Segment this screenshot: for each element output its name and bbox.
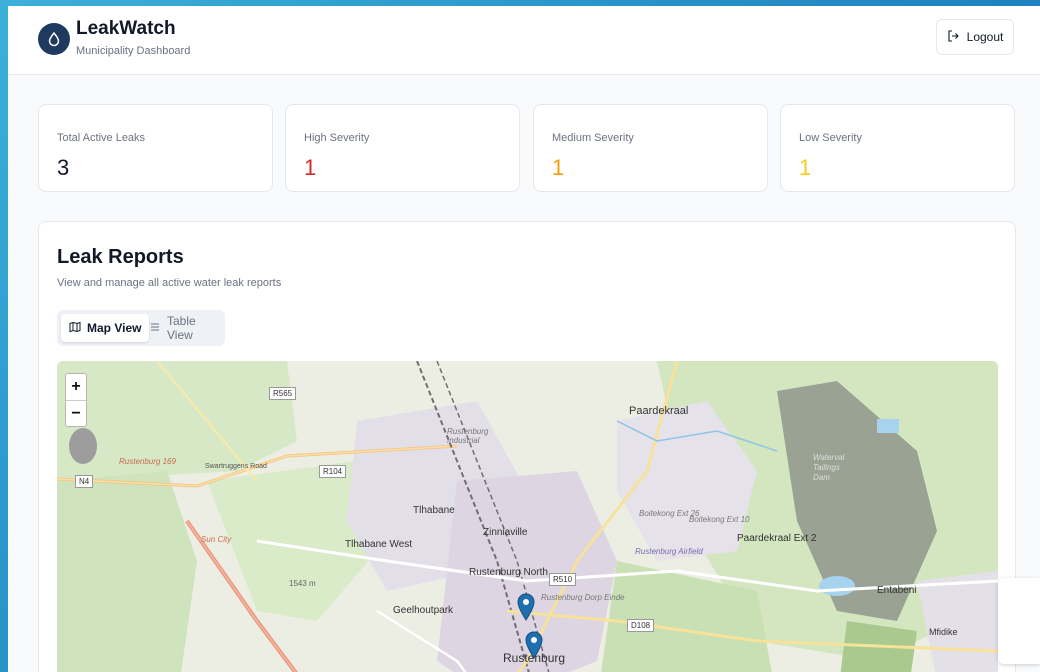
road-label: Swartruggens Road: [205, 463, 267, 470]
app-header: LeakWatch Municipality Dashboard Logout: [8, 6, 1040, 75]
logout-button[interactable]: Logout: [936, 19, 1014, 55]
stat-card-medium: Medium Severity 1: [533, 104, 768, 192]
app-title: LeakWatch: [76, 18, 176, 39]
map-label: Paardekraal Ext 2: [737, 533, 817, 544]
stat-card-high: High Severity 1: [285, 104, 520, 192]
map-label: Rustenburg Dorp Einde: [541, 593, 625, 602]
app-frame: LeakWatch Municipality Dashboard Logout …: [8, 6, 1040, 672]
map-label: Rustenburg Airfield: [635, 547, 703, 556]
stat-card-low: Low Severity 1: [780, 104, 1015, 192]
leak-marker[interactable]: [525, 631, 543, 659]
tab-table-view[interactable]: Table View: [141, 314, 225, 342]
leak-reports-panel: Leak Reports View and manage all active …: [38, 221, 1016, 672]
map-label: Waterval Tailings Dam: [813, 453, 845, 482]
water-drop-logo-icon: [38, 23, 70, 55]
map-label: Tlhabane West: [345, 539, 413, 550]
stat-label: Medium Severity: [552, 132, 634, 144]
tab-label: Table View: [167, 314, 196, 342]
stat-label: Total Active Leaks: [57, 132, 146, 144]
road-shield: D108: [627, 619, 655, 632]
logout-icon: [947, 29, 959, 45]
map-zoom-control: + −: [65, 373, 87, 427]
road-shield: R104: [319, 465, 347, 478]
elevation-label: 1543 m: [289, 579, 316, 588]
road-shield: N4: [75, 475, 94, 488]
map-label: Paardekraal: [629, 405, 689, 417]
zoom-out-button[interactable]: −: [66, 401, 86, 427]
map-tiles: [57, 361, 998, 672]
side-widget[interactable]: [998, 578, 1040, 664]
map-label: Geelhoutpark: [393, 605, 454, 616]
map-label: Entabeni: [877, 585, 917, 596]
map-label: Zinniaville: [483, 527, 528, 538]
map-label: Boitekong Ext 10: [689, 515, 750, 524]
stat-card-total: Total Active Leaks 3: [38, 104, 273, 192]
road-shield: R565: [269, 387, 297, 400]
map-label: Rustenburg Industrial: [447, 427, 489, 445]
road-shield: R510: [549, 573, 577, 586]
stat-value: 3: [57, 155, 70, 180]
app-subtitle: Municipality Dashboard: [76, 45, 191, 57]
tab-label: Map View: [87, 321, 142, 335]
map-label: Rustenburg 169: [119, 457, 176, 466]
panel-title: Leak Reports: [57, 246, 184, 268]
view-tabs: Map View Table View: [57, 310, 225, 346]
map-label: Mfidike: [929, 627, 958, 637]
map-icon: [69, 321, 81, 336]
stat-label: High Severity: [304, 132, 370, 144]
tab-map-view[interactable]: Map View: [61, 314, 150, 342]
leak-map[interactable]: Paardekraal Tlhabane Zinniaville Tlhaban…: [57, 361, 998, 672]
map-label: Sun City: [201, 535, 232, 544]
stat-value: 1: [799, 155, 812, 180]
list-icon: [149, 321, 161, 336]
logout-label: Logout: [966, 30, 1004, 44]
leak-marker[interactable]: [517, 593, 535, 621]
panel-subtitle: View and manage all active water leak re…: [57, 277, 282, 289]
zoom-in-button[interactable]: +: [66, 374, 86, 401]
stat-value: 1: [552, 155, 565, 180]
stat-label: Low Severity: [799, 132, 862, 144]
stat-value: 1: [304, 155, 317, 180]
map-label: Rustenburg North: [469, 567, 548, 578]
map-label: Tlhabane: [413, 505, 455, 516]
